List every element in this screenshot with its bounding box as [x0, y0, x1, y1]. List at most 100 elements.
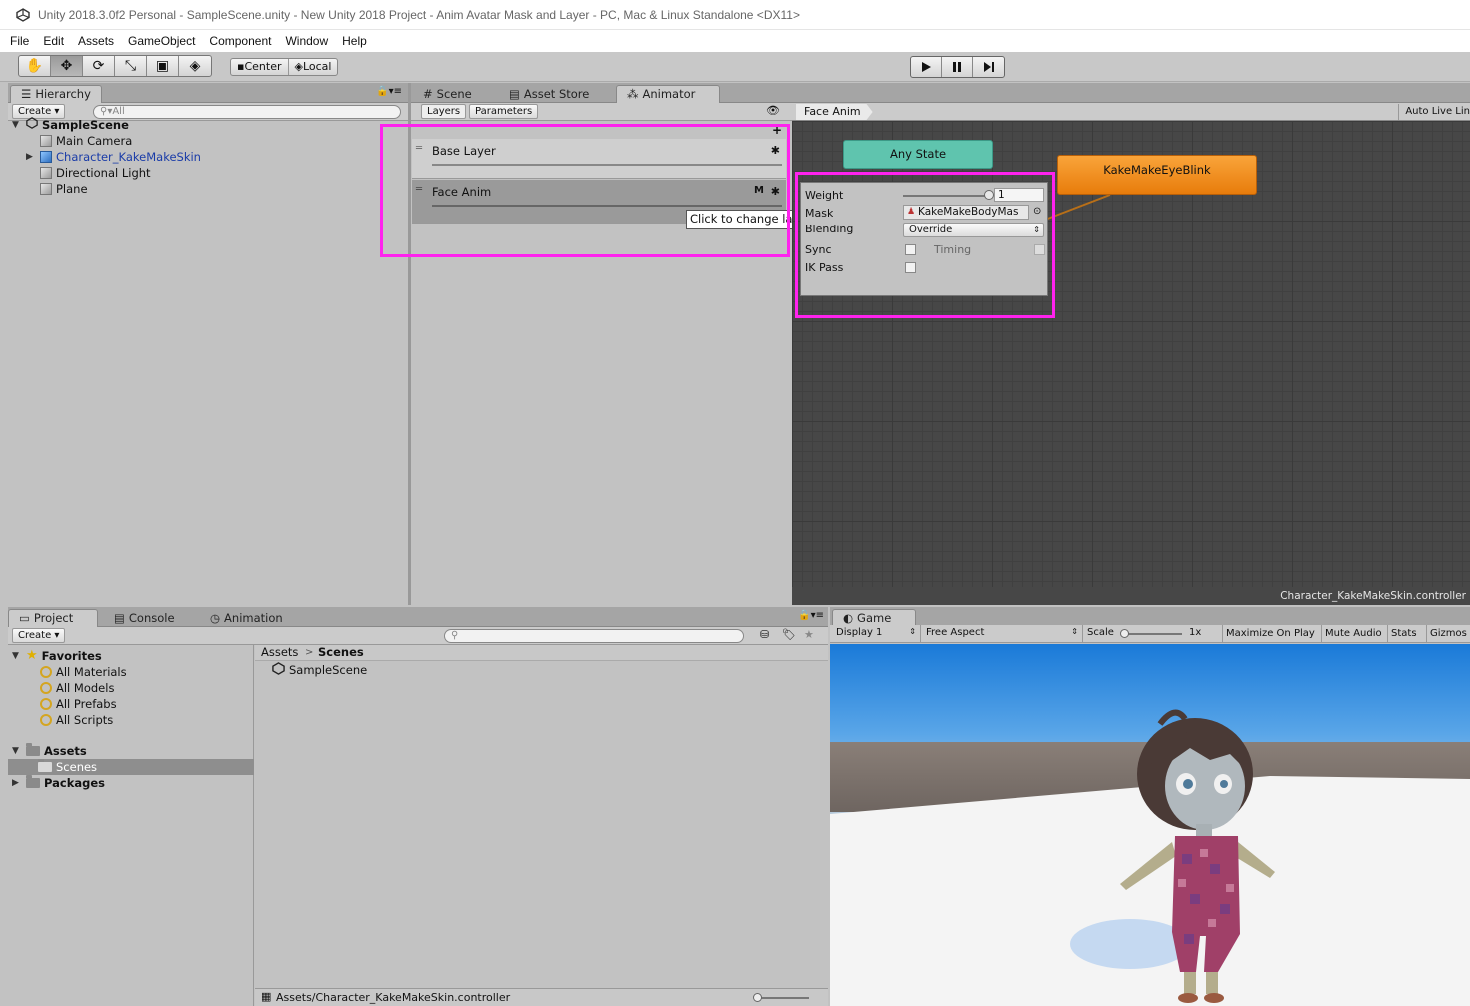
tab-animation[interactable]: ◷ Animation [200, 609, 293, 627]
favorite-all-materials[interactable]: All Materials [40, 664, 127, 680]
auto-live-link-toggle[interactable]: Auto Live Lin [1398, 104, 1470, 120]
hierarchy-item-plane[interactable]: Plane [40, 181, 88, 197]
console-icon: ▤ [114, 610, 125, 625]
aspect-dropdown[interactable]: Free Aspect ⇕ [926, 627, 1078, 638]
breadcrumb-assets[interactable]: Assets [261, 645, 298, 660]
move-tool-icon[interactable]: ✥ [51, 56, 83, 76]
filter-label-icon[interactable]: 🏷 [782, 628, 796, 641]
search-icon [40, 666, 52, 678]
favorite-all-scripts[interactable]: All Scripts [40, 712, 113, 728]
favorite-all-models[interactable]: All Models [40, 680, 114, 696]
any-state-node[interactable]: Any State [843, 140, 993, 169]
animator-icon: ⁂ [627, 87, 639, 101]
expand-arrow-icon[interactable]: ▼ [12, 117, 22, 133]
menu-edit[interactable]: Edit [43, 34, 64, 48]
stats-toggle[interactable]: Stats [1387, 625, 1420, 642]
hierarchy-search-input[interactable]: ⚲▾All [93, 105, 401, 119]
expand-arrow-icon[interactable]: ▶ [12, 775, 22, 791]
toolbar-divider [1082, 625, 1083, 642]
hierarchy-item-main-camera[interactable]: Main Camera [40, 133, 132, 149]
tab-console[interactable]: ▤ Console [104, 609, 185, 627]
hierarchy-item-directional-light[interactable]: Directional Light [40, 165, 151, 181]
favorite-star-icon[interactable]: ★ [804, 628, 814, 641]
rotate-tool-icon[interactable]: ⟳ [83, 56, 115, 76]
step-button[interactable] [973, 57, 1004, 77]
panel-menu-icon[interactable]: 🔒▾≡ [376, 86, 402, 97]
tab-scene[interactable]: # Scene [413, 85, 482, 103]
gizmos-dropdown[interactable]: Gizmos [1426, 625, 1470, 642]
grid-icon: # [423, 86, 433, 101]
asset-sample-scene[interactable]: SampleScene [272, 661, 367, 678]
main-toolbar [0, 52, 1470, 82]
unity-logo-icon [16, 7, 30, 22]
transform-tool-icon[interactable]: ◈ [179, 56, 211, 76]
character-model [1120, 709, 1275, 1003]
transform-tools: ✋ ✥ ⟳ ⤡ ▣ ◈ [18, 55, 212, 77]
scene-root[interactable]: ▼ SampleScene [12, 117, 129, 133]
scale-label: Scale [1087, 627, 1114, 638]
menu-gameobject[interactable]: GameObject [128, 34, 195, 48]
highlight-settings [795, 172, 1055, 318]
panel-menu-icon[interactable]: 🔒▾≡ [798, 610, 824, 621]
hierarchy-item-character[interactable]: ▶ Character_KakeMakeSkin [26, 149, 201, 165]
tab-animator[interactable]: ⁂ Animator [616, 85, 720, 103]
menu-bar: File Edit Assets GameObject Component Wi… [0, 30, 1470, 52]
dropdown-arrow-icon: ⇕ [909, 627, 916, 636]
search-icon [40, 698, 52, 710]
rect-tool-icon[interactable]: ▣ [147, 56, 179, 76]
menu-component[interactable]: Component [209, 34, 271, 48]
icon-size-slider[interactable] [755, 997, 809, 999]
project-tabbar: ▭ Project ▤ Console ◷ Animation 🔒▾≡ [8, 607, 828, 627]
tree-favorites[interactable]: ▼ ★ Favorites [12, 648, 102, 664]
menu-help[interactable]: Help [342, 34, 367, 48]
mute-audio-toggle[interactable]: Mute Audio [1321, 625, 1385, 642]
tree-packages[interactable]: ▶ Packages [12, 775, 105, 791]
play-controls [910, 56, 1005, 78]
play-button[interactable] [911, 57, 942, 77]
hierarchy-tabbar: ☰ Hierarchy 🔒▾≡ [8, 83, 408, 103]
game-toolbar: Display 1 ⇕ Free Aspect ⇕ Scale 1x Maximiz… [830, 625, 1470, 643]
expand-arrow-icon[interactable]: ▼ [12, 743, 22, 759]
tree-scenes[interactable]: Scenes [38, 759, 97, 775]
state-node-eyeblink[interactable]: KakeMakeEyeBlink [1057, 155, 1257, 195]
pivot-center-button[interactable]: ▪Center [231, 59, 289, 75]
subtab-layers[interactable]: Layers [421, 104, 467, 119]
breadcrumb-face-anim[interactable]: Face Anim [796, 104, 873, 120]
breadcrumb-scenes[interactable]: Scenes [318, 645, 364, 660]
project-search-input[interactable]: ⚲ [444, 629, 744, 643]
menu-assets[interactable]: Assets [78, 34, 114, 48]
menu-file[interactable]: File [10, 34, 29, 48]
tab-project[interactable]: ▭ Project [8, 609, 98, 627]
clock-icon: ◷ [210, 610, 221, 625]
unity-scene-icon [26, 117, 38, 133]
selected-asset-path: Assets/Character_KakeMakeSkin.controller [276, 991, 511, 1004]
scale-slider[interactable] [1122, 633, 1182, 635]
game-viewport[interactable] [830, 644, 1470, 1006]
gameobject-icon [40, 135, 52, 147]
scale-tool-icon[interactable]: ⤡ [115, 56, 147, 76]
search-icon [40, 682, 52, 694]
controller-icon: ▦ [261, 990, 272, 1003]
menu-window[interactable]: Window [285, 34, 328, 48]
tab-asset-store[interactable]: ▤ Asset Store [499, 85, 599, 103]
breadcrumb-chevron-icon: > [305, 647, 314, 658]
pivot-local-button[interactable]: ◈Local [289, 59, 338, 75]
expand-arrow-icon[interactable]: ▶ [26, 149, 36, 165]
subtab-parameters[interactable]: Parameters [469, 104, 539, 119]
favorite-all-prefabs[interactable]: All Prefabs [40, 696, 117, 712]
scale-slider-thumb[interactable] [1120, 629, 1129, 638]
hand-tool-icon[interactable]: ✋ [19, 56, 51, 76]
gameobject-icon [40, 183, 52, 195]
pause-button[interactable] [942, 57, 973, 77]
eye-icon[interactable]: 👁 [766, 104, 780, 117]
expand-arrow-icon[interactable]: ▼ [12, 648, 22, 664]
display-dropdown[interactable]: Display 1 ⇕ [836, 627, 916, 638]
tree-assets[interactable]: ▼ Assets [12, 743, 87, 759]
filter-type-icon[interactable]: ⛁ [760, 628, 769, 641]
prefab-icon [40, 151, 52, 163]
tab-hierarchy[interactable]: ☰ Hierarchy [10, 85, 102, 103]
game-tabbar: ◐ Game [830, 607, 1470, 627]
project-create-button[interactable]: Create ▾ [12, 628, 66, 643]
icon-size-slider-thumb[interactable] [753, 993, 762, 1002]
maximize-on-play-toggle[interactable]: Maximize On Play [1222, 625, 1318, 642]
